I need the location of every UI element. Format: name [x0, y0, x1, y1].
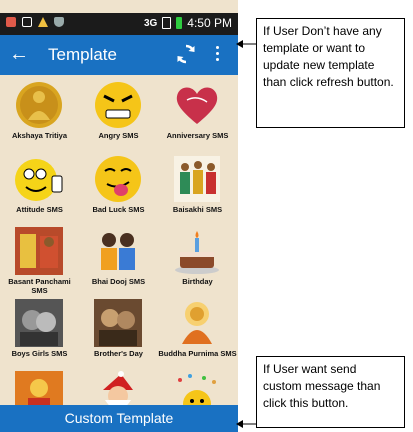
brothers-photo-icon [94, 299, 142, 347]
template-tile[interactable]: Attitude SMS [0, 152, 79, 224]
image-icon [22, 17, 32, 27]
template-tile[interactable]: Basant Panchami SMS [0, 224, 79, 296]
sim-icon [162, 17, 172, 29]
buddha-icon [182, 302, 212, 344]
template-label: Birthday [182, 277, 213, 286]
notification-icons [6, 17, 64, 27]
template-tile[interactable]: Bhai Dooj SMS [79, 224, 158, 296]
app-bar: ← Template [0, 35, 238, 75]
warning-icon [38, 17, 48, 27]
template-tile[interactable]: Boys Girls SMS [0, 296, 79, 368]
siblings-icon [101, 233, 135, 270]
template-label: Akshaya Tritiya [11, 131, 68, 140]
angry-emoji-icon [95, 82, 141, 128]
basant-photo-icon [15, 227, 63, 275]
template-tile[interactable]: Baisakhi SMS [158, 152, 237, 224]
tongue-emoji-icon [95, 156, 141, 202]
more-vert-icon[interactable] [216, 46, 220, 64]
phone-screen: 3G 4:50 PM ← Template Akshaya Tritiya An… [0, 0, 238, 432]
template-label: Anniversary SMS [166, 131, 229, 140]
template-label: Attitude SMS [16, 205, 63, 214]
template-tile[interactable]: Birthday [158, 224, 237, 296]
baisakhi-dancers-icon [174, 156, 220, 202]
template-tile[interactable]: Brother's Day [79, 296, 158, 368]
couple-photo-icon [15, 299, 63, 347]
template-label: Brother's Day [94, 349, 143, 358]
thumbs-up-emoji-icon [15, 159, 63, 201]
template-label: Boys Girls SMS [11, 349, 68, 358]
template-label: Bhai Dooj SMS [91, 277, 146, 286]
heart-icon [176, 87, 218, 124]
refresh-callout: If User Don’t have any template or want … [256, 18, 405, 128]
goddess-coin-icon [16, 82, 62, 128]
refresh-icon[interactable] [174, 42, 198, 66]
clock: 4:50 PM [187, 16, 232, 30]
template-tile[interactable]: Bad Luck SMS [79, 152, 158, 224]
custom-template-callout: If User want send custom message than cl… [256, 356, 405, 428]
template-label: Basant Panchami SMS [8, 277, 71, 295]
custom-template-button[interactable]: Custom Template [0, 405, 238, 432]
status-bar: 3G 4:50 PM [0, 13, 238, 35]
notification-icon [6, 17, 16, 27]
arrow-left-icon[interactable]: ← [9, 43, 29, 65]
shield-icon [54, 17, 64, 27]
page-title: Template [48, 45, 117, 64]
battery-icon [176, 17, 183, 29]
cake-icon [175, 231, 219, 274]
template-tile[interactable]: Akshaya Tritiya [0, 78, 79, 150]
template-label: Baisakhi SMS [172, 205, 223, 214]
network-indicator: 3G [143, 17, 158, 29]
template-label: Angry SMS [98, 131, 139, 140]
template-tile[interactable]: Angry SMS [79, 78, 158, 150]
template-label: Bad Luck SMS [92, 205, 145, 214]
template-tile[interactable]: Anniversary SMS [158, 78, 237, 150]
template-tile[interactable]: Buddha Purnima SMS [158, 296, 237, 368]
template-label: Buddha Purnima SMS [158, 349, 237, 358]
